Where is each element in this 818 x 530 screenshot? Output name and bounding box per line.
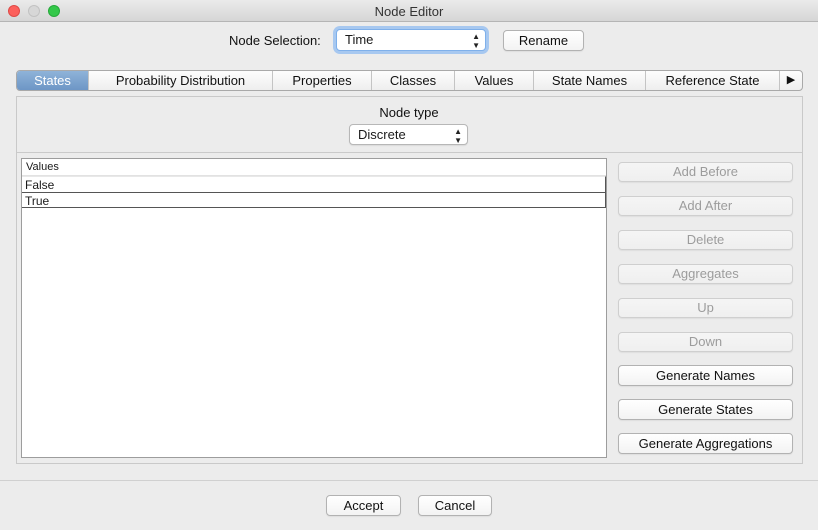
down-button[interactable]: Down xyxy=(618,332,793,352)
tab-states[interactable]: States xyxy=(17,71,89,90)
tab-classes[interactable]: Classes xyxy=(372,71,455,90)
tab-values[interactable]: Values xyxy=(455,71,534,90)
add-after-button[interactable]: Add After xyxy=(618,196,793,216)
table-header-values: Values xyxy=(22,159,606,176)
table-row[interactable]: False xyxy=(22,176,606,192)
node-selection-value: Time xyxy=(345,32,374,47)
accept-button[interactable]: Accept xyxy=(326,495,401,516)
table-row[interactable]: True xyxy=(22,192,606,208)
node-type-value: Discrete xyxy=(358,127,406,142)
tab-probability-distribution[interactable]: Probability Distribution xyxy=(89,71,273,90)
window-title: Node Editor xyxy=(374,4,444,19)
up-button[interactable]: Up xyxy=(618,298,793,318)
rename-button[interactable]: Rename xyxy=(503,30,584,51)
node-type-label: Node type xyxy=(379,105,439,120)
tab-scroll-right-icon[interactable]: ▶ xyxy=(780,71,802,90)
generate-names-button[interactable]: Generate Names xyxy=(618,365,793,386)
dropdown-arrows-icon: ▲ ▼ xyxy=(472,32,480,50)
generate-aggregations-button[interactable]: Generate Aggregations xyxy=(618,433,793,454)
title-bar: Node Editor xyxy=(0,0,818,22)
node-type-dropdown[interactable]: Discrete ▲ ▼ xyxy=(349,124,468,145)
cancel-button[interactable]: Cancel xyxy=(418,495,492,516)
node-selection-dropdown[interactable]: Time ▲ ▼ xyxy=(336,29,486,51)
generate-states-button[interactable]: Generate States xyxy=(618,399,793,420)
node-selection-label: Node Selection: xyxy=(229,33,321,48)
tab-bar: States Probability Distribution Properti… xyxy=(16,70,803,91)
tab-reference-state[interactable]: Reference State xyxy=(646,71,780,90)
tab-properties[interactable]: Properties xyxy=(273,71,372,90)
states-table[interactable]: Values False True xyxy=(21,158,607,458)
aggregates-button[interactable]: Aggregates xyxy=(618,264,793,284)
panel-divider xyxy=(17,152,802,153)
footer-separator xyxy=(0,480,818,481)
dropdown-arrows-icon: ▲ ▼ xyxy=(454,127,462,145)
tab-state-names[interactable]: State Names xyxy=(534,71,646,90)
add-before-button[interactable]: Add Before xyxy=(618,162,793,182)
delete-button[interactable]: Delete xyxy=(618,230,793,250)
